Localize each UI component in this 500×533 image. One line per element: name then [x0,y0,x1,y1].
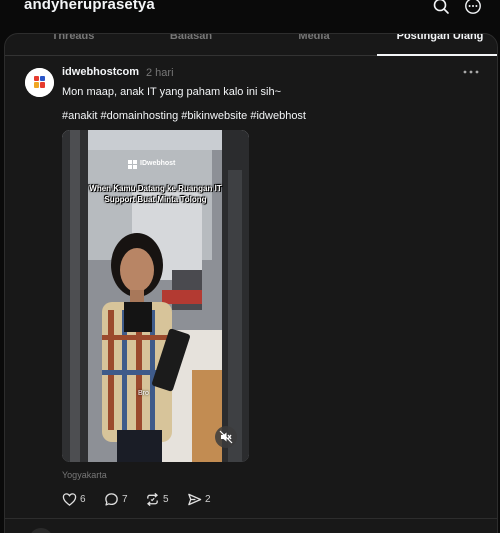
avatar[interactable] [25,68,54,97]
next-post-avatar[interactable] [29,528,53,533]
tab-balasan[interactable]: Balasan [161,34,221,42]
reply-count: 7 [122,494,128,505]
repost-icon [146,492,159,507]
tab-media[interactable]: Media [287,34,341,42]
post-divider [5,518,497,519]
video-subtitle: Bro [138,390,149,397]
tab-postingan-ulang[interactable]: Postingan Ulang [385,34,495,42]
post-actions: 6 7 5 2 [62,492,242,510]
post-hashtags[interactable]: #anakit #domainhosting #bikinwebsite #id… [62,110,306,122]
more-circle-icon[interactable] [464,0,482,15]
speaker-muted-icon [219,430,233,444]
send-icon [188,493,202,506]
post-location[interactable]: Yogyakarta [62,470,107,480]
post-caption: Mon maap, anak IT yang paham kalo ini si… [62,86,282,98]
video-brand-text: IDwebhost [140,160,176,167]
post-time: 2 hari [146,67,174,79]
comment-icon [105,493,118,506]
profile-username: andyheruprasetya [24,0,155,13]
video-frame [62,130,249,462]
search-icon[interactable] [432,0,450,15]
tab-threads[interactable]: Threads [43,34,103,42]
idwebhost-logo-icon [25,68,54,97]
more-options-icon[interactable] [461,66,481,78]
like-count: 6 [80,494,86,505]
post-video[interactable]: IDwebhost When Kamu Datang ke Ruangan IT… [62,130,249,462]
thread-post[interactable]: idwebhostcom 2 hari Mon maap, anak IT ya… [5,56,497,518]
share-count: 2 [205,494,211,505]
profile-feed-panel: Threads Balasan Media Postingan Ulang id… [4,33,498,533]
mute-button[interactable] [215,426,237,448]
video-brand: IDwebhost [128,158,188,170]
video-overlay-text: When Kamu Datang ke Ruangan IT Support B… [89,184,222,204]
repost-count: 5 [163,494,169,505]
profile-header: andyheruprasetya [0,0,500,24]
heart-icon [62,493,77,506]
brand-logo-icon [128,160,137,169]
post-author[interactable]: idwebhostcom [62,66,139,78]
profile-tabs: Threads Balasan Media Postingan Ulang [5,34,497,56]
